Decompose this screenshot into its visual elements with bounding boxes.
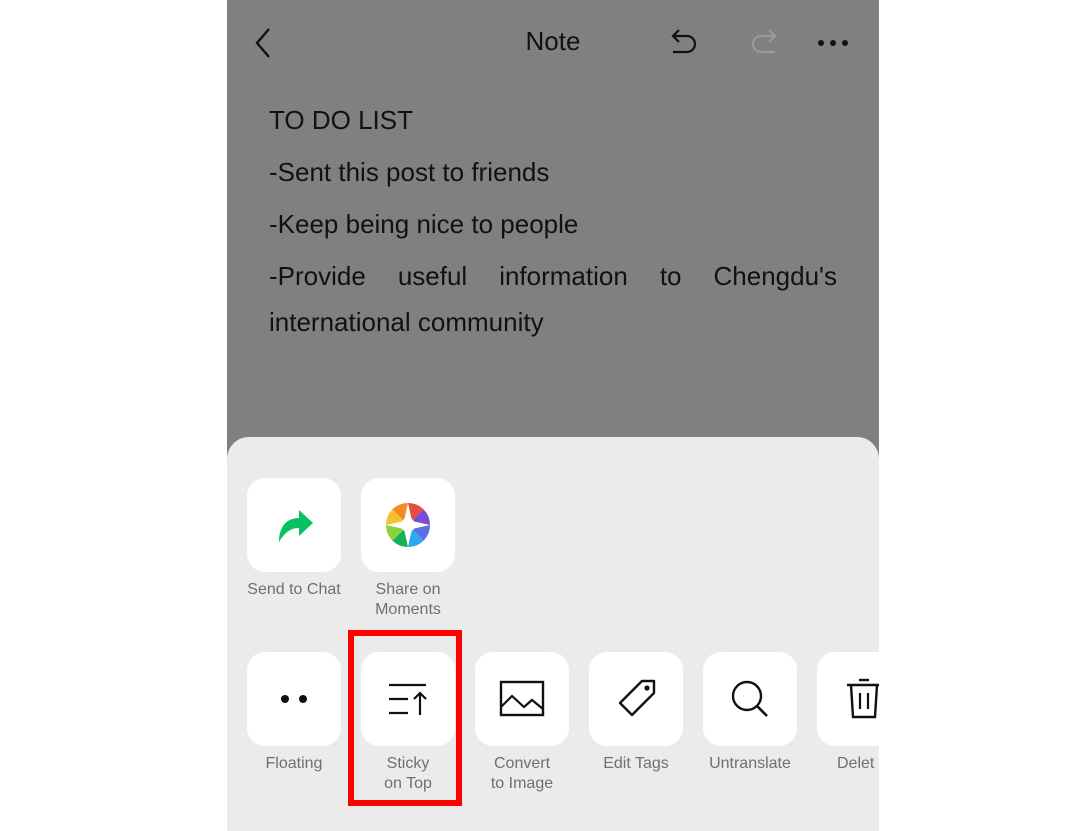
share-on-moments-button[interactable]: Share on Moments xyxy=(361,478,455,620)
undo-button[interactable] xyxy=(667,26,703,60)
convert-to-image-button[interactable]: Convert to Image xyxy=(475,652,569,794)
image-icon xyxy=(499,680,545,717)
tile-label-line: Convert xyxy=(493,755,551,772)
tile-label-line: Share on xyxy=(375,581,441,598)
trash-icon xyxy=(847,678,879,719)
floating-button[interactable]: Floating xyxy=(247,652,341,774)
edit-tags-button[interactable]: Edit Tags xyxy=(589,652,683,774)
tile-label: Send to Chat xyxy=(247,581,341,598)
floating-dots-icon xyxy=(281,695,307,703)
untranslate-button[interactable]: Untranslate xyxy=(703,652,797,774)
nav-bar: Note xyxy=(227,0,879,88)
page-title: Note xyxy=(525,26,581,56)
tile-label-line: Moments xyxy=(375,601,441,618)
tile-label-line: Sticky xyxy=(386,755,430,772)
more-button[interactable] xyxy=(813,26,853,60)
redo-button xyxy=(745,26,781,60)
tile-label: Untranslate xyxy=(709,755,791,772)
moments-aperture-icon xyxy=(385,502,431,548)
note-line: international community xyxy=(269,307,544,337)
share-arrow-icon xyxy=(279,510,313,542)
tile-label: Edit Tags xyxy=(603,755,669,772)
tile-label: Floating xyxy=(265,755,323,772)
delete-button[interactable]: Delet xyxy=(817,652,879,774)
sticky-top-icon xyxy=(389,683,427,715)
sticky-on-top-button[interactable]: Sticky on Top xyxy=(361,652,455,794)
send-to-chat-button[interactable]: Send to Chat xyxy=(247,478,341,600)
note-line: -Keep being nice to people xyxy=(269,209,579,239)
more-horizontal-icon xyxy=(818,40,848,46)
note-content[interactable]: TO DO LIST -Sent this post to friends -K… xyxy=(269,100,837,354)
tile-label-line: on Top xyxy=(384,775,432,792)
tile-label: Delet xyxy=(837,755,875,772)
undo-icon xyxy=(671,29,697,54)
action-sheet: Send to Chat Share on Moments Floating S… xyxy=(227,437,879,831)
search-icon xyxy=(731,680,768,717)
note-line: -Sent this post to friends xyxy=(269,157,550,187)
note-line: TO DO LIST xyxy=(269,105,413,135)
phone-screen: Note TO DO LIST -Sent this post to frien… xyxy=(227,0,879,831)
redo-icon xyxy=(751,29,777,54)
tag-icon xyxy=(618,679,656,717)
tile-label-line: to Image xyxy=(490,775,554,792)
note-line: -Provide useful information to Chengdu's xyxy=(269,261,837,291)
